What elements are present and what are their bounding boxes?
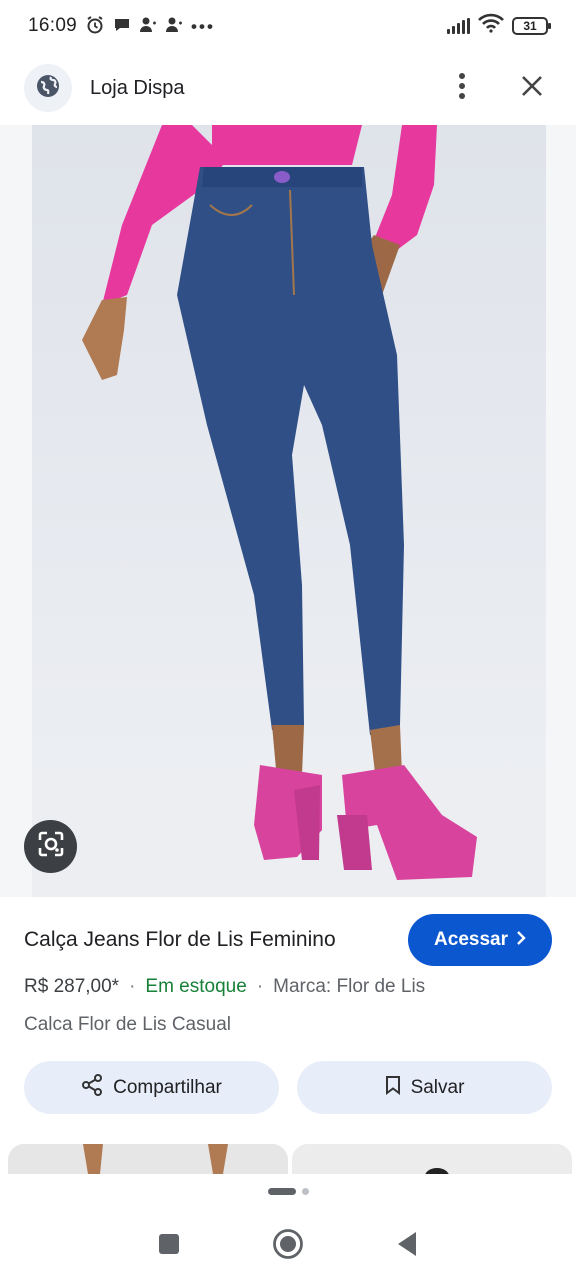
home-button[interactable] xyxy=(268,1226,308,1266)
bookmark-icon xyxy=(385,1075,401,1101)
product-title: Calça Jeans Flor de Lis Feminino xyxy=(24,928,336,951)
person-icon xyxy=(139,16,157,37)
stock-status: Em estoque xyxy=(145,976,247,997)
product-brand: Marca: Flor de Lis xyxy=(273,976,426,997)
chat-icon xyxy=(113,16,131,37)
separator-dot: · xyxy=(129,976,136,997)
share-label: Compartilhar xyxy=(113,1076,222,1098)
back-button[interactable] xyxy=(387,1226,427,1266)
save-label: Salvar xyxy=(410,1076,465,1098)
share-button[interactable]: Compartilhar xyxy=(24,1061,279,1114)
product-meta: R$ 287,00* · Em estoque · Marca: Flor de… xyxy=(0,973,576,1001)
page-dot xyxy=(301,1188,309,1195)
share-icon xyxy=(81,1073,103,1102)
status-time: 16:09 xyxy=(28,15,78,36)
person-icon xyxy=(165,16,183,37)
wifi-icon xyxy=(478,13,504,39)
related-products xyxy=(0,1144,576,1174)
close-button[interactable] xyxy=(512,68,552,108)
system-nav-bar xyxy=(0,1224,576,1268)
save-button[interactable]: Salvar xyxy=(297,1061,552,1114)
home-circle-icon xyxy=(272,1228,304,1265)
alarm-icon xyxy=(85,15,105,38)
battery-icon: 31 xyxy=(512,17,551,35)
title-row: Calça Jeans Flor de Lis Feminino Acessar xyxy=(0,897,576,983)
site-title: Loja Dispa xyxy=(90,76,185,99)
related-thumb[interactable] xyxy=(8,1144,288,1174)
status-right: 31 xyxy=(447,13,551,39)
lens-search-button[interactable] xyxy=(24,820,77,873)
product-image-area xyxy=(0,125,576,897)
recents-button[interactable] xyxy=(149,1226,189,1266)
pagination-dots xyxy=(0,1188,576,1195)
status-left: 16:09 ••• xyxy=(28,15,215,38)
more-options-button[interactable] xyxy=(442,68,482,108)
page-dot-active xyxy=(267,1188,296,1195)
separator-dot: · xyxy=(256,976,264,997)
product-photo[interactable] xyxy=(32,125,546,897)
globe-icon xyxy=(35,73,61,104)
back-triangle-icon xyxy=(396,1231,418,1262)
lens-icon xyxy=(36,829,66,864)
product-price: R$ 287,00* xyxy=(24,976,120,997)
status-bar: 16:09 ••• 31 xyxy=(0,0,576,52)
site-favicon[interactable] xyxy=(24,64,72,112)
close-icon xyxy=(521,75,543,102)
more-vert-icon xyxy=(458,72,466,104)
bottom-area xyxy=(0,1174,576,1280)
product-info: Calça Jeans Flor de Lis Feminino Acessar… xyxy=(0,897,576,1114)
action-buttons: Compartilhar Salvar xyxy=(24,1061,552,1114)
more-dots-icon: ••• xyxy=(191,16,215,36)
top-app-bar: Loja Dispa xyxy=(0,52,576,124)
header-actions xyxy=(442,68,552,108)
acessar-label: Acessar xyxy=(434,929,508,950)
acessar-button[interactable]: Acessar xyxy=(408,914,552,966)
signal-icon xyxy=(447,18,470,34)
product-subtitle: Calca Flor de Lis Casual xyxy=(24,1014,231,1035)
chevron-right-icon xyxy=(516,929,526,951)
square-icon xyxy=(158,1233,180,1260)
related-thumb[interactable] xyxy=(292,1144,572,1174)
